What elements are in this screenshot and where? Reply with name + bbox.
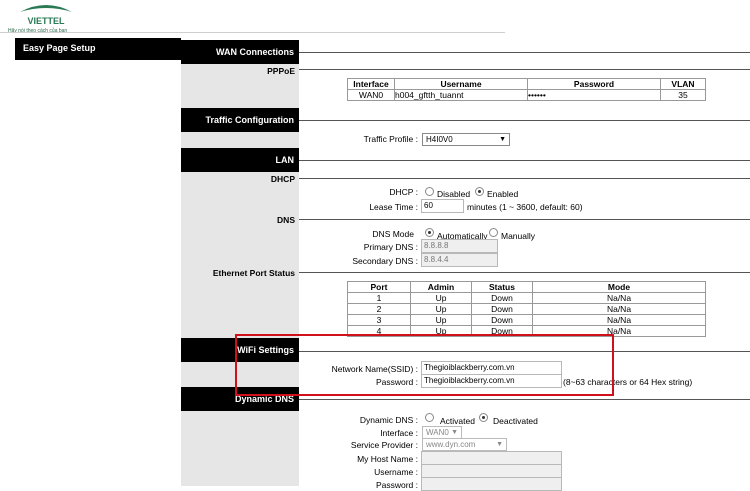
col-vlan: VLAN [660,78,706,90]
password-field[interactable]: •••••• [527,89,661,101]
sidebar-item-easy-page-setup[interactable]: Easy Page Setup [15,38,181,60]
service-provider-select[interactable]: www.dyn.com ▼ [422,438,507,451]
ddns-password-label: Password : [375,480,418,490]
col-admin: Admin [410,281,472,293]
ddns-label: Dynamic DNS : [359,415,418,425]
lease-time-input[interactable]: 60 [421,199,464,213]
ddns-password-input[interactable] [421,477,562,491]
divider [299,219,750,220]
dhcp-disabled-radio[interactable] [425,187,434,196]
cell-port: 3 [347,314,411,326]
table-row: WAN0 h004_gftth_tuannt •••••• 35 [347,89,706,101]
divider [299,272,750,273]
divider [299,178,750,179]
table-row: 2 Up Down Na/Na [347,303,706,315]
divider [299,69,750,70]
service-provider-value: www.dyn.com [426,440,476,449]
chevron-down-icon: ▼ [451,429,458,436]
cell-mode: Na/Na [532,292,706,304]
logo-tagline: Hãy nói theo cách của bạn [8,28,68,34]
col-status: Status [471,281,533,293]
traffic-profile-select[interactable]: H4I0V0 ▼ [422,133,510,146]
cell-port: 2 [347,303,411,315]
col-interface: Interface [347,78,395,90]
logo-text: VIETTEL [27,16,65,26]
ddns-interface-value: WAN0 [426,428,449,437]
table-row: 1 Up Down Na/Na [347,292,706,304]
cell-status: Down [471,303,533,315]
dhcp-enabled-radio[interactable] [475,187,484,196]
label-column [181,40,299,486]
cell-interface: WAN0 [347,89,395,101]
ddns-activated-label: Activated [440,416,475,426]
col-mode: Mode [532,281,706,293]
col-username: Username [394,78,528,90]
cell-admin: Up [410,314,472,326]
dns-manual-label: Manually [501,231,536,241]
cell-status: Down [471,292,533,304]
cell-port: 1 [347,292,411,304]
divider [299,399,750,400]
ddns-interface-label: Interface : [380,428,418,438]
col-port: Port [347,281,411,293]
chevron-down-icon: ▼ [496,441,503,448]
cell-admin: Up [410,292,472,304]
primary-dns-input[interactable]: 8.8.8.8 [421,239,498,253]
cell-admin: Up [410,303,472,315]
section-lan: LAN [181,148,299,172]
table-row: 3 Up Down Na/Na [347,314,706,326]
traffic-profile-value: H4I0V0 [426,135,453,144]
lease-time-label: Lease Time : [369,202,418,212]
primary-dns-label: Primary DNS : [363,242,418,252]
dns-manual-radio[interactable] [489,228,498,237]
subsection-ethernet-port-status: Ethernet Port Status [212,268,295,278]
ddns-username-input[interactable] [421,464,562,478]
cell-mode: Na/Na [532,314,706,326]
secondary-dns-label: Secondary DNS : [352,256,418,266]
table-header-row: Interface Username Password VLAN [347,78,706,90]
service-provider-label: Service Provider : [350,440,418,450]
highlight-box [235,334,614,396]
divider [299,120,750,121]
ddns-deactivated-radio[interactable] [479,413,488,422]
chevron-down-icon: ▼ [499,136,506,143]
cell-status: Down [471,314,533,326]
subsection-pppoe: PPPoE [267,66,295,76]
cell-vlan: 35 [660,89,706,101]
col-password: Password [527,78,661,90]
host-name-input[interactable] [421,451,562,465]
wan-table: Interface Username Password VLAN WAN0 h0… [347,78,706,101]
dhcp-label: DHCP : [389,187,418,197]
subsection-dhcp: DHCP [270,174,295,184]
divider [299,52,750,53]
secondary-dns-input[interactable]: 8.8.4.4 [421,253,498,267]
traffic-profile-label: Traffic Profile : [363,134,418,144]
subsection-dns: DNS [277,215,295,225]
divider [299,160,750,161]
dhcp-enabled-label: Enabled [487,189,519,199]
lease-time-hint: minutes (1 ~ 3600, default: 60) [467,202,583,212]
section-traffic-configuration: Traffic Configuration [181,108,299,132]
table-header-row: Port Admin Status Mode [347,281,706,293]
username-field[interactable]: h004_gftth_tuannt [394,89,528,101]
ddns-deactivated-label: Deactivated [493,416,538,426]
cell-mode: Na/Na [532,303,706,315]
ddns-activated-radio[interactable] [425,413,434,422]
dns-auto-radio[interactable] [425,228,434,237]
host-name-label: My Host Name : [357,454,418,464]
header-divider [0,32,505,33]
dns-mode-label: DNS Mode [372,229,414,239]
ddns-username-label: Username : [374,467,418,477]
dhcp-disabled-label: Disabled [437,189,471,199]
ethernet-port-table: Port Admin Status Mode 1 Up Down Na/Na 2… [347,281,706,337]
section-wan-connections: WAN Connections [181,40,299,64]
